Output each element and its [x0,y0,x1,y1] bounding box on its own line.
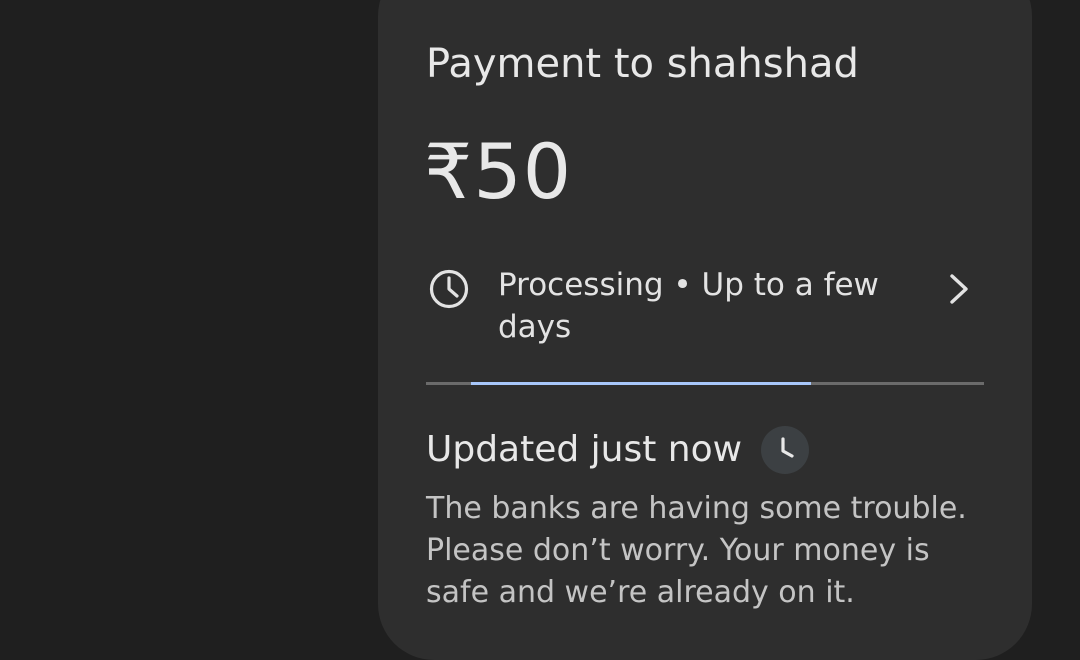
clock-badge-icon [761,426,809,474]
status-row[interactable]: Processing • Up to a few days [426,260,986,350]
updated-label: Updated just now [426,429,743,470]
status-text: Processing • Up to a few days [498,267,879,345]
progress-track [426,382,984,385]
status-message: The banks are having some trouble. Pleas… [426,491,967,610]
chevron-right-icon[interactable] [946,272,972,306]
progress-fill [470,382,811,385]
clock-icon [428,268,470,310]
payment-status-card: Payment to shahshad ₹50 Processing • Up … [378,0,1032,660]
payment-title: Payment to shahshad [426,41,859,87]
payment-amount: ₹50 [424,127,573,216]
